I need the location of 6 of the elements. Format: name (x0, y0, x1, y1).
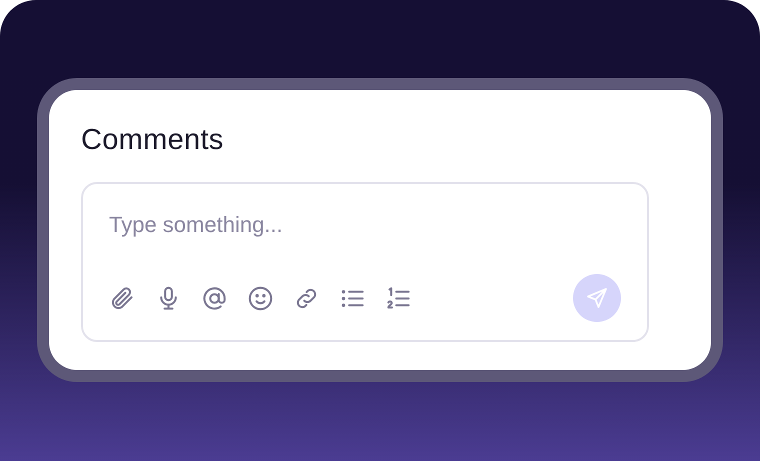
smiley-icon[interactable] (247, 284, 274, 312)
comment-field[interactable]: Type something... (109, 208, 621, 241)
card-title: Comments (81, 123, 225, 158)
send-icon (585, 286, 609, 310)
at-sign-icon[interactable] (201, 284, 228, 312)
numbered-list-icon[interactable] (385, 284, 412, 312)
